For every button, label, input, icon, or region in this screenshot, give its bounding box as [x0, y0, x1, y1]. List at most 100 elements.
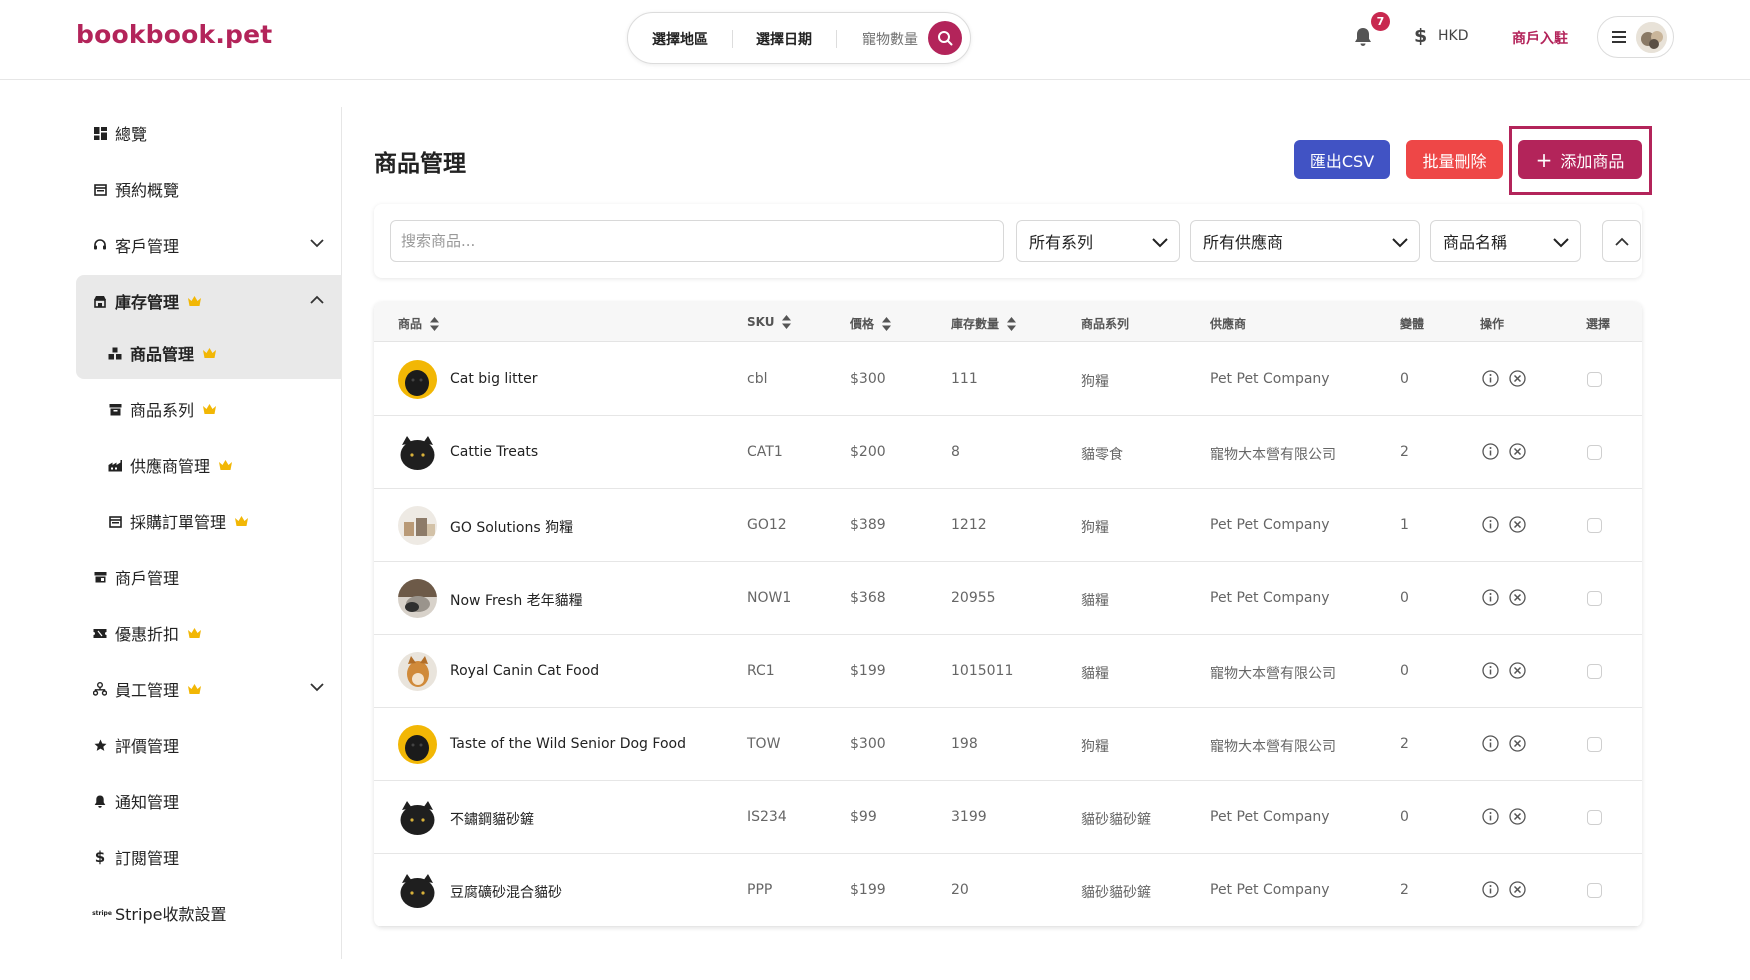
delete-icon[interactable] — [1509, 443, 1526, 460]
chevron-down-icon[interactable] — [310, 239, 324, 248]
sidebar-item-inventory[interactable]: 庫存管理 — [76, 275, 342, 327]
product-name[interactable]: GO Solutions 狗糧 — [450, 517, 573, 537]
chevron-up-icon[interactable] — [310, 295, 324, 304]
row-select-checkbox[interactable] — [1587, 372, 1602, 387]
table-row[interactable]: Taste of the Wild Senior Dog Food TOW $300… — [374, 708, 1642, 781]
cell-sku: RC1 — [747, 663, 775, 679]
notification-bell-icon[interactable] — [1352, 26, 1374, 48]
row-select-checkbox[interactable] — [1587, 883, 1602, 898]
pet-count-selector[interactable]: 寵物數量 — [862, 29, 918, 49]
row-select-checkbox[interactable] — [1587, 810, 1602, 825]
sidebar-item-notifications[interactable]: 通知管理 — [76, 775, 342, 827]
delete-icon[interactable] — [1509, 881, 1526, 898]
factory-icon — [108, 458, 122, 472]
delete-icon[interactable] — [1509, 735, 1526, 752]
info-icon[interactable] — [1482, 808, 1499, 825]
search-bar[interactable]: 選擇地區 選擇日期 寵物數量 — [627, 12, 971, 64]
bulk-delete-button[interactable]: 批量刪除 — [1406, 140, 1503, 179]
table-row[interactable]: Royal Canin Cat Food RC1 $199 1015011 貓糧 寵物大本… — [374, 635, 1642, 708]
column-header-price[interactable]: 價格 — [850, 315, 892, 332]
product-name[interactable]: Cattie Treats — [450, 444, 538, 460]
delete-icon[interactable] — [1509, 662, 1526, 679]
cell-supplier: 寵物大本營有限公司 — [1210, 447, 1336, 463]
sidebar-item-bookings[interactable]: 預約概覽 — [76, 163, 342, 215]
region-selector[interactable]: 選擇地區 — [652, 29, 708, 49]
sidebar-item-suppliers[interactable]: 供應商管理 — [76, 439, 342, 491]
sidebar-item-overview[interactable]: 總覽 — [76, 107, 342, 159]
search-button[interactable] — [928, 21, 962, 55]
add-product-label: 添加商品 — [1560, 151, 1625, 171]
sidebar-item-label: 總覽 — [115, 125, 148, 144]
sidebar-item-subscriptions[interactable]: $ 訂閱管理 — [76, 831, 342, 883]
cell-series: 貓砂貓砂鏟 — [1081, 885, 1151, 901]
sidebar-item-merchants[interactable]: 商戶管理 — [76, 551, 342, 603]
sidebar-item-customers[interactable]: 客戶管理 — [76, 219, 342, 271]
row-select-checkbox[interactable] — [1587, 591, 1602, 606]
info-icon[interactable] — [1482, 735, 1499, 752]
row-actions — [1482, 370, 1526, 387]
table-row[interactable]: Cat big litter cbl $300 111 狗糧 Pet Pet Compan… — [374, 343, 1642, 416]
product-name[interactable]: Now Fresh 老年貓糧 — [450, 590, 583, 610]
sidebar-item-stripe[interactable]: stripe Stripe收款設置 — [76, 887, 342, 939]
delete-icon[interactable] — [1509, 808, 1526, 825]
cell-stock: 1212 — [951, 517, 987, 533]
row-select-checkbox[interactable] — [1587, 445, 1602, 460]
supplier-select[interactable]: 所有供應商 — [1190, 220, 1420, 262]
info-icon[interactable] — [1482, 662, 1499, 679]
info-icon[interactable] — [1482, 516, 1499, 533]
sort-direction-button[interactable] — [1602, 220, 1641, 262]
cell-supplier: 寵物大本營有限公司 — [1210, 666, 1336, 682]
table-row[interactable]: Now Fresh 老年貓糧 NOW1 $368 20955 貓糧 Pet Pet Com… — [374, 562, 1642, 635]
cell-price: $300 — [850, 736, 886, 752]
add-product-button[interactable]: + 添加商品 — [1518, 140, 1642, 179]
sort-select[interactable]: 商品名稱 — [1430, 220, 1581, 262]
sidebar-item-reviews[interactable]: 評價管理 — [76, 719, 342, 771]
brand-logo[interactable]: bookbook.pet — [76, 20, 272, 49]
cell-series: 貓糧 — [1081, 666, 1109, 682]
sidebar-item-products[interactable]: 商品管理 — [76, 327, 342, 379]
delete-icon[interactable] — [1509, 370, 1526, 387]
delete-icon[interactable] — [1509, 516, 1526, 533]
table-row[interactable]: GO Solutions 狗糧 GO12 $389 1212 狗糧 Pet Pet Com… — [374, 489, 1642, 562]
merchant-signup-link[interactable]: 商戶入駐 — [1512, 28, 1568, 48]
cell-stock: 20 — [951, 882, 969, 898]
product-search-input[interactable] — [390, 220, 1004, 262]
export-csv-button[interactable]: 匯出CSV — [1294, 140, 1390, 179]
sort-icon — [782, 315, 792, 329]
sidebar-item-purchase-orders[interactable]: 採購訂單管理 — [76, 495, 342, 547]
sidebar-item-label: 採購訂單管理 — [130, 513, 227, 532]
cell-price: $389 — [850, 517, 886, 533]
product-name[interactable]: Royal Canin Cat Food — [450, 663, 599, 679]
product-name[interactable]: 豆腐礦砂混合貓砂 — [450, 882, 562, 902]
cell-sku: GO12 — [747, 517, 787, 533]
cell-series: 狗糧 — [1081, 520, 1109, 536]
row-select-checkbox[interactable] — [1587, 518, 1602, 533]
column-header-sku[interactable]: SKU — [747, 315, 792, 329]
sidebar-item-product-series[interactable]: 商品系列 — [76, 383, 342, 435]
sidebar-item-staff[interactable]: 員工管理 — [76, 663, 342, 715]
row-select-checkbox[interactable] — [1587, 664, 1602, 679]
currency-selector[interactable]: HKD — [1438, 28, 1469, 44]
product-name[interactable]: Taste of the Wild Senior Dog Food — [450, 736, 686, 752]
table-row[interactable]: 不鏽鋼貓砂鏟 IS234 $99 3199 貓砂貓砂鏟 Pet Pet Company 0 — [374, 781, 1642, 854]
sidebar-item-label: 評價管理 — [115, 737, 180, 756]
info-icon[interactable] — [1482, 589, 1499, 606]
column-header-stock[interactable]: 庫存數量 — [951, 315, 1017, 332]
date-selector[interactable]: 選擇日期 — [756, 29, 812, 49]
chevron-down-icon[interactable] — [310, 683, 324, 692]
table-row[interactable]: Cattie Treats CAT1 $200 8 貓零食 寵物大本營有限公司 2 — [374, 416, 1642, 489]
chevron-down-icon — [1152, 238, 1168, 248]
info-icon[interactable] — [1482, 881, 1499, 898]
sidebar-item-label: 客戶管理 — [115, 237, 180, 256]
series-select[interactable]: 所有系列 — [1016, 220, 1180, 262]
row-select-checkbox[interactable] — [1587, 737, 1602, 752]
column-header-product[interactable]: 商品 — [398, 315, 440, 332]
user-menu-button[interactable] — [1597, 16, 1674, 58]
info-icon[interactable] — [1482, 443, 1499, 460]
product-name[interactable]: Cat big litter — [450, 371, 538, 387]
sidebar-item-discounts[interactable]: 優惠折扣 — [76, 607, 342, 659]
table-row[interactable]: 豆腐礦砂混合貓砂 PPP $199 20 貓砂貓砂鏟 Pet Pet Company 2 — [374, 854, 1642, 927]
delete-icon[interactable] — [1509, 589, 1526, 606]
product-name[interactable]: 不鏽鋼貓砂鏟 — [450, 809, 534, 829]
info-icon[interactable] — [1482, 370, 1499, 387]
